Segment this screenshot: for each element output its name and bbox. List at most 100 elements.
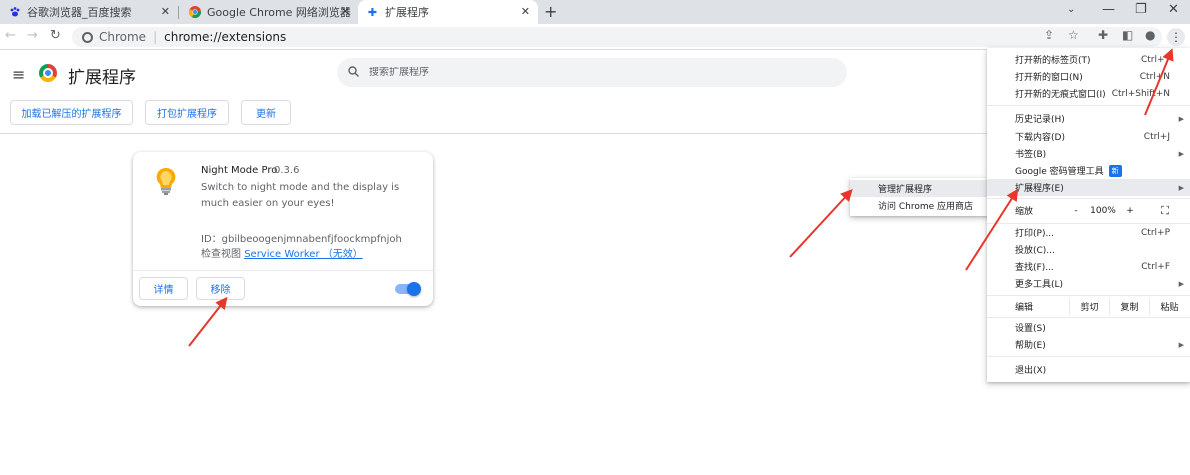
back-arrow-icon[interactable]: ← xyxy=(5,28,16,43)
tab-search-chevron-icon[interactable]: ⌄ xyxy=(1067,4,1075,15)
paste-button[interactable]: 粘贴 xyxy=(1149,298,1189,315)
menu-item-incognito[interactable]: 打开新的无痕式窗口(I) Ctrl+Shift+N xyxy=(987,85,1190,102)
menu-shortcut: Ctrl+J xyxy=(1143,131,1170,142)
minimize-icon[interactable]: — xyxy=(1102,2,1115,17)
omnibox[interactable]: Chrome | chrome://extensions xyxy=(72,27,1162,47)
search-input[interactable] xyxy=(369,67,769,78)
extension-description: Switch to night mode and the display is … xyxy=(201,182,400,209)
menu-shortcut: Ctrl+Shift+N xyxy=(1111,88,1170,99)
omnibox-chip: Chrome xyxy=(99,30,147,44)
pack-extension-button[interactable]: 打包扩展程序 xyxy=(145,100,229,125)
tab-baidu-search[interactable]: 谷歌浏览器_百度搜索 ✕ xyxy=(0,0,178,24)
menu-item-label: 打开新的窗口(N) xyxy=(1015,73,1083,83)
extension-version: 0.3.6 xyxy=(274,165,300,176)
forward-arrow-icon[interactable]: → xyxy=(27,28,38,43)
close-tab-icon[interactable]: ✕ xyxy=(521,5,530,18)
menu-item-downloads[interactable]: 下载内容(D) Ctrl+J xyxy=(987,128,1190,145)
menu-item-new-window[interactable]: 打开新的窗口(N) Ctrl+N xyxy=(987,68,1190,85)
extension-id-value: gbilbeoogenjmnabenfjfoockmpfnjoh xyxy=(221,234,402,245)
menu-item-label: 设置(S) xyxy=(1015,324,1046,334)
toggle-knob xyxy=(407,282,421,296)
menu-item-manage-extensions[interactable]: 管理扩展程序 xyxy=(850,180,990,197)
menu-item-exit[interactable]: 退出(X) xyxy=(987,361,1190,378)
baidu-paw-icon xyxy=(8,6,21,19)
extension-enable-toggle[interactable] xyxy=(395,282,421,296)
menu-item-find[interactable]: 查找(F)... Ctrl+F xyxy=(987,258,1190,275)
close-window-icon[interactable]: ✕ xyxy=(1168,2,1179,17)
reload-icon[interactable]: ↻ xyxy=(50,28,61,43)
card-divider xyxy=(133,270,433,271)
menu-item-more-tools[interactable]: 更多工具(L) ▶ xyxy=(987,275,1190,292)
menu-item-label: 访问 Chrome 应用商店 xyxy=(878,202,974,212)
menu-shortcut: Ctrl+N xyxy=(1139,71,1170,82)
menu-item-chrome-web-store[interactable]: 访问 Chrome 应用商店 xyxy=(850,197,990,214)
service-worker-link[interactable]: Service Worker （无效） xyxy=(244,249,363,260)
browser-toolbar: ← → ↻ Chrome | chrome://extensions ⇪ ☆ ✚… xyxy=(0,24,1190,50)
hamburger-menu-icon[interactable]: ≡ xyxy=(12,65,25,84)
menu-zoom-row: 缩放 - 100% + ⛶ xyxy=(987,202,1190,219)
remove-button[interactable]: 移除 xyxy=(196,277,245,300)
menu-item-history[interactable]: 历史记录(H) ▶ xyxy=(987,110,1190,127)
share-icon[interactable]: ⇪ xyxy=(1044,28,1054,42)
menu-item-label: 查找(F)... xyxy=(1015,263,1054,273)
menu-item-settings[interactable]: 设置(S) xyxy=(987,319,1190,336)
arrow-to-remove-button xyxy=(188,296,228,347)
fullscreen-icon[interactable]: ⛶ xyxy=(1155,202,1175,219)
new-tab-icon[interactable]: + xyxy=(544,2,557,21)
tab-extensions[interactable]: ✚ 扩展程序 ✕ xyxy=(358,0,538,24)
inspect-views-label: 检查视图 xyxy=(201,249,241,260)
chrome-menu-icon[interactable]: ⋮ xyxy=(1167,28,1185,46)
menu-item-label: 历史记录(H) xyxy=(1015,115,1065,125)
edit-label: 编辑 xyxy=(1015,303,1034,313)
menu-item-label: Google 密码管理工具 xyxy=(1015,167,1104,177)
chrome-logo-icon xyxy=(188,6,201,19)
copy-button[interactable]: 复制 xyxy=(1109,298,1149,315)
menu-item-cast[interactable]: 投放(C)... xyxy=(987,241,1190,258)
details-button[interactable]: 详情 xyxy=(139,277,188,300)
update-button[interactable]: 更新 xyxy=(241,100,291,125)
lightbulb-icon xyxy=(155,167,177,195)
bookmark-star-icon[interactable]: ☆ xyxy=(1068,28,1079,42)
extension-name: Night Mode Pro xyxy=(201,165,278,176)
menu-item-help[interactable]: 帮助(E) ▶ xyxy=(987,336,1190,353)
search-icon xyxy=(348,65,359,80)
extension-card: Night Mode Pro 0.3.6 Switch to night mod… xyxy=(133,152,433,306)
chrome-main-menu: 打开新的标签页(T) Ctrl+T 打开新的窗口(N) Ctrl+N 打开新的无痕式… xyxy=(987,48,1190,382)
extensions-puzzle-icon[interactable]: ✚ xyxy=(1098,28,1108,42)
menu-separator xyxy=(987,317,1190,318)
zoom-label: 缩放 xyxy=(1015,207,1034,217)
close-tab-icon[interactable]: ✕ xyxy=(161,5,170,18)
menu-item-print[interactable]: 打印(P)... Ctrl+P xyxy=(987,224,1190,241)
submenu-arrow-icon: ▶ xyxy=(1178,114,1184,123)
zoom-level: 100% xyxy=(1090,205,1116,216)
zoom-in-button[interactable]: + xyxy=(1121,202,1139,219)
zoom-out-button[interactable]: - xyxy=(1067,202,1085,219)
menu-item-bookmarks[interactable]: 书签(B) ▶ xyxy=(987,145,1190,162)
extensions-search[interactable] xyxy=(337,58,847,87)
extension-id: ID：gbilbeoogenjmnabenfjfoockmpfnjoh xyxy=(201,230,402,245)
menu-item-label: 打印(P)... xyxy=(1015,229,1055,239)
submenu-arrow-icon: ▶ xyxy=(1178,183,1184,192)
inspect-views: 检查视图 Service Worker （无效） xyxy=(201,245,363,260)
side-panel-icon[interactable]: ◧ xyxy=(1122,28,1133,42)
menu-item-extensions[interactable]: 扩展程序(E) ▶ xyxy=(987,179,1190,196)
menu-item-password-manager[interactable]: Google 密码管理工具新 xyxy=(987,162,1190,179)
menu-item-label: 帮助(E) xyxy=(1015,341,1046,351)
menu-separator xyxy=(987,295,1190,296)
profile-avatar-icon[interactable]: ● xyxy=(1145,28,1155,42)
arrow-to-manage-extensions xyxy=(789,189,853,258)
menu-shortcut: Ctrl+P xyxy=(1141,227,1170,238)
close-tab-icon[interactable]: ✕ xyxy=(341,5,350,18)
menu-item-new-tab[interactable]: 打开新的标签页(T) Ctrl+T xyxy=(987,51,1190,68)
cut-button[interactable]: 剪切 xyxy=(1069,298,1109,315)
tab-strip: 谷歌浏览器_百度搜索 ✕ Google Chrome 网络浏览器 ✕ ✚ 扩展程… xyxy=(0,0,1190,24)
omnibox-url[interactable]: chrome://extensions xyxy=(164,30,286,44)
omnibox-separator: | xyxy=(153,30,158,44)
restore-icon[interactable]: ❐ xyxy=(1135,2,1147,17)
tab-label: 扩展程序 xyxy=(385,6,429,19)
load-unpacked-button[interactable]: 加载已解压的扩展程序 xyxy=(10,100,133,125)
tab-chrome-download[interactable]: Google Chrome 网络浏览器 ✕ xyxy=(180,0,358,24)
new-badge: 新 xyxy=(1108,164,1122,177)
page-title: 扩展程序 xyxy=(68,68,136,88)
menu-item-label: 书签(B) xyxy=(1015,150,1047,160)
